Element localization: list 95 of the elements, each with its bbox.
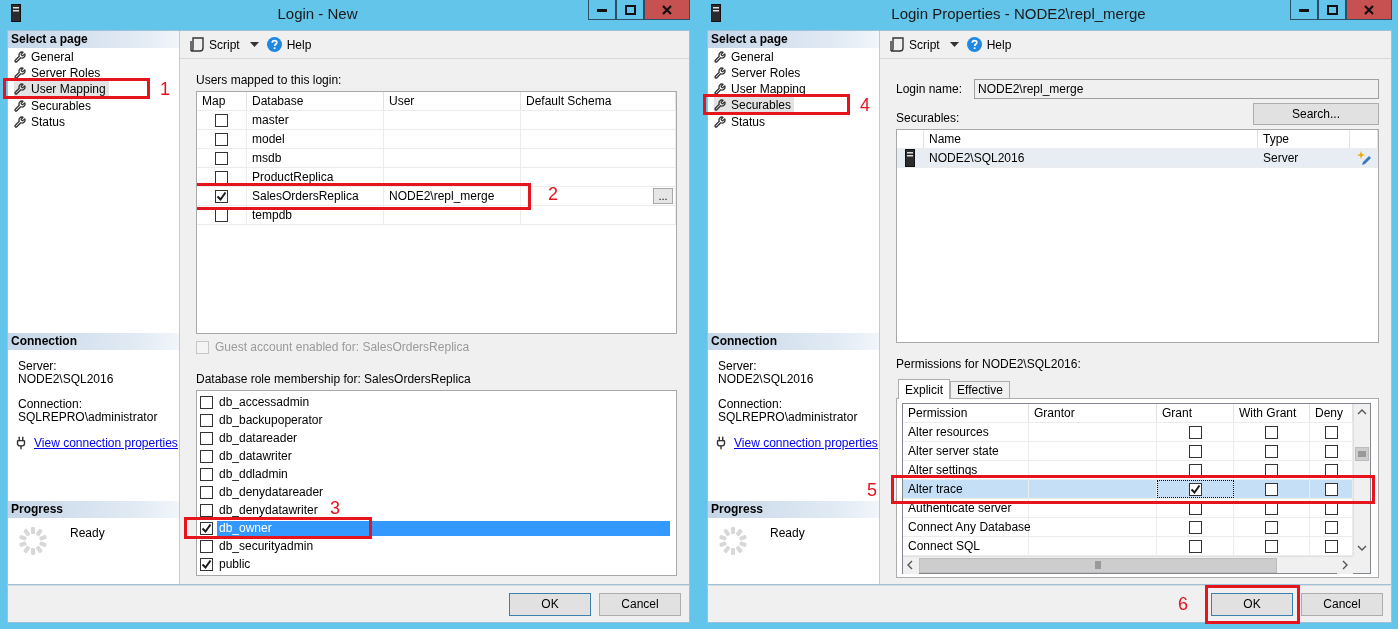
securable-row[interactable]: NODE2\SQL2016 Server [897,149,1378,168]
connection-label: Connection: [718,398,784,411]
script-button[interactable]: Script [188,35,242,54]
table-cell: Connect SQL [908,539,981,553]
server-label: Server: [718,360,758,373]
connection-label: Connection: [18,398,84,411]
permission-row[interactable]: Alter resources [903,423,1353,442]
table-cell: Authenticate server [908,501,1012,515]
column-header: Default Schema [521,92,676,110]
table-cell: NODE2\repl_merge [389,189,495,203]
annotation-number: 1 [160,79,170,99]
table-cell: master [252,113,289,127]
ok-button[interactable]: OK [1211,592,1293,616]
search-button[interactable]: Search... [1253,103,1379,125]
table-cell: NODE2\SQL2016 [929,151,1025,165]
server-value: NODE2\SQL2016 [718,373,815,386]
role-label: Database role membership for: SalesOrdersReplica [196,372,472,386]
help-button[interactable]: Help [264,35,314,54]
role-item[interactable]: db_denydatareader [217,484,324,500]
page-item[interactable]: General [14,49,77,65]
role-item[interactable]: db_securityadmin [217,538,314,554]
page-item[interactable]: User Mapping [14,81,109,97]
server-label: Server: [18,360,58,373]
column-header: User [384,92,521,110]
guest-label: Guest account enabled for: SalesOrdersReplica [215,340,470,354]
annotation-number: 5 [867,480,877,500]
connection-properties-link[interactable]: View connection properties [734,436,878,450]
section-heading: Select a page [708,31,879,48]
page-item[interactable]: Server Roles [14,65,104,81]
script-button[interactable]: Script [888,35,942,54]
permission-row[interactable]: Connect Any Database [903,518,1353,537]
annotation-number: 4 [860,95,870,115]
login-name-field[interactable]: NODE2\repl_merge [974,79,1379,99]
tab[interactable]: Effective [950,381,1010,398]
annotation-number: 2 [548,184,558,204]
annotation-number: 6 [1178,593,1188,614]
role-item[interactable]: db_datawriter [217,448,292,464]
tab[interactable]: Explicit [898,379,950,399]
role-item[interactable]: public [217,556,251,572]
mapping-label: Users mapped to this login: [196,73,343,87]
permissions-label: Permissions for NODE2\SQL2016: [896,357,1082,371]
connection-value: SQLREPRO\administrator [718,411,859,424]
permission-row[interactable]: Alter server state [903,442,1353,461]
table-cell: Server [1263,151,1299,165]
permission-row[interactable]: Alter trace [903,480,1353,499]
table-cell: Alter settings [908,463,978,477]
column-header: Permission [903,404,1029,422]
page-item[interactable]: Securables [714,97,795,113]
progress-status: Ready [70,526,105,540]
column-header: Name [924,130,1258,148]
window-title: Login Properties - NODE2\repl_merge [890,4,1147,22]
section-heading: Progress [8,501,179,518]
column-header: With Grant [1234,404,1310,422]
annotation-number: 3 [330,498,340,518]
column-header: Grant [1157,404,1234,422]
login-name-label: Login name: [896,82,964,96]
server-value: NODE2\SQL2016 [18,373,115,386]
section-heading: Select a page [8,31,179,48]
cancel-button[interactable]: Cancel [599,592,681,616]
connection-value: SQLREPRO\administrator [18,411,159,424]
progress-status: Ready [770,526,805,540]
role-item[interactable]: db_accessadmin [217,394,310,410]
connection-properties-link[interactable]: View connection properties [34,436,178,450]
table-cell: msdb [252,151,282,165]
browse-button[interactable]: ... [653,188,673,204]
column-header: Type [1258,130,1350,148]
section-heading: Connection [8,333,179,350]
section-heading: Progress [708,501,879,518]
column-header: Map [197,92,247,110]
table-cell: Alter trace [908,482,963,496]
role-item[interactable]: db_denydatawriter [217,502,318,518]
page-item[interactable]: Server Roles [714,65,804,81]
role-item[interactable]: db_backupoperator [217,412,323,428]
column-header: Grantor [1029,404,1157,422]
page-item[interactable]: General [714,49,777,65]
section-heading: Connection [708,333,879,350]
table-cell: Connect Any Database [908,520,1031,534]
table-cell: model [252,132,285,146]
page-item[interactable]: Securables [14,98,95,114]
page-item[interactable]: Status [14,114,69,130]
table-cell: ProductReplica [252,170,334,184]
role-item[interactable]: db_datareader [217,430,298,446]
column-header: Database [247,92,384,110]
permission-row[interactable]: Connect SQL [903,537,1353,556]
table-cell: Alter server state [908,444,999,458]
table-cell: SalesOrdersReplica [252,189,359,203]
cancel-button[interactable]: Cancel [1301,592,1383,616]
page-item[interactable]: Status [714,114,769,130]
window-title: Login - New [276,4,359,22]
table-cell: tempdb [252,208,293,222]
help-button[interactable]: Help [964,35,1014,54]
role-item[interactable]: db_ddladmin [217,466,288,482]
ok-button[interactable]: OK [509,592,591,616]
securables-label: Securables: [896,111,960,125]
table-cell: Alter resources [908,425,989,439]
